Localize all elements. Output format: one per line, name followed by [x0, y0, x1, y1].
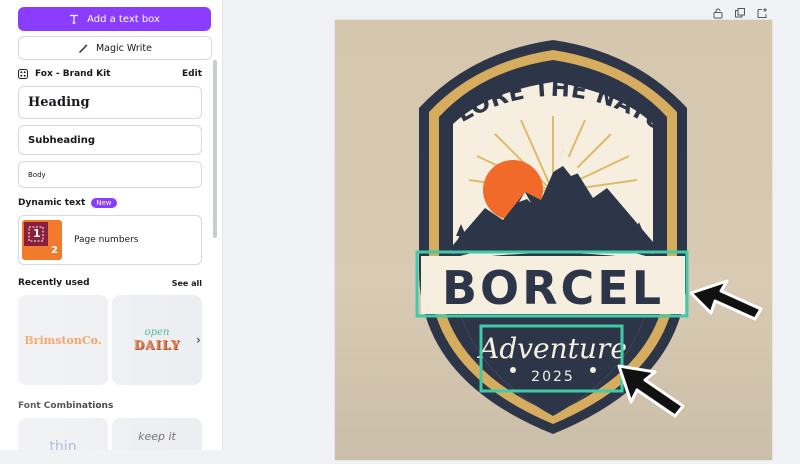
brand-kit-edit-link[interactable]: Edit	[182, 69, 202, 79]
page-number-two: 2	[51, 245, 58, 256]
open-sample: open	[144, 327, 170, 338]
arrow-pointer-icon	[689, 279, 763, 321]
font-combination-sample-2: keep it	[138, 429, 176, 443]
add-text-box-button[interactable]: Add a text box	[18, 7, 211, 31]
page-numbers-thumbnail: 1 2	[22, 220, 62, 260]
font-combination-card-2[interactable]: keep it	[112, 418, 202, 450]
brand-kit-title: Fox - Brand Kit	[35, 69, 111, 79]
design-canvas[interactable]: EXPLORE THE NATURE BORCEL Adventure 2025	[326, 0, 772, 460]
duplicate-icon[interactable]	[734, 4, 746, 18]
font-combination-card-1[interactable]: thin	[18, 418, 108, 450]
font-combination-sample-1: thin	[49, 439, 77, 450]
recently-used-title: Recently used	[18, 278, 90, 288]
brand-kit-icon	[18, 69, 28, 79]
recently-used-header: Recently used See all	[18, 278, 202, 288]
recent-font-card-brimston[interactable]: BrimstonCo.	[18, 295, 108, 385]
page-number-one: 1	[33, 227, 41, 240]
text-panel: Add a text box Magic Write Fox - Brand K…	[0, 0, 223, 450]
page-numbers-label: Page numbers	[74, 235, 139, 245]
heading-style-label: Heading	[28, 95, 90, 110]
brand-kit-row: Fox - Brand Kit Edit	[18, 66, 202, 82]
body-style-label: Body	[28, 170, 46, 179]
subheading-style[interactable]: Subheading	[18, 125, 202, 155]
daily-sample: DAILY	[133, 338, 181, 352]
dynamic-text-title: Dynamic text	[18, 198, 86, 208]
arrow-pointer-icon-2	[617, 364, 685, 418]
heading-style[interactable]: Heading	[18, 86, 202, 119]
add-text-box-label: Add a text box	[87, 13, 160, 25]
font-combinations-title: Font Combinations	[18, 401, 114, 411]
page-toolbar	[712, 4, 768, 19]
chevron-right-icon[interactable]: ›	[196, 333, 201, 347]
adventure-badge-graphic[interactable]: EXPLORE THE NATURE BORCEL Adventure 2025	[326, 0, 772, 460]
recent-font-card-open-daily[interactable]: open DAILY	[112, 295, 202, 385]
badge-year-text[interactable]: 2025	[531, 369, 575, 385]
lock-icon[interactable]	[712, 4, 724, 19]
text-t-icon	[70, 14, 79, 24]
magic-write-button[interactable]: Magic Write	[18, 36, 212, 60]
badge-script-text[interactable]: Adventure	[476, 332, 627, 365]
see-all-link[interactable]: See all	[172, 279, 202, 288]
magic-write-label: Magic Write	[95, 42, 152, 54]
add-page-icon[interactable]	[756, 4, 768, 18]
panel-scrollbar[interactable]	[213, 60, 217, 238]
dynamic-text-header: Dynamic text New	[18, 198, 117, 208]
badge-brand-text[interactable]: BORCEL	[442, 261, 664, 315]
new-badge: New	[91, 198, 117, 208]
page-numbers-card[interactable]: 1 2 Page numbers	[18, 215, 202, 265]
body-style[interactable]: Body	[18, 161, 202, 188]
brimston-sample: BrimstonCo.	[24, 333, 102, 347]
subheading-style-label: Subheading	[28, 134, 95, 146]
magic-wand-icon	[79, 43, 88, 53]
